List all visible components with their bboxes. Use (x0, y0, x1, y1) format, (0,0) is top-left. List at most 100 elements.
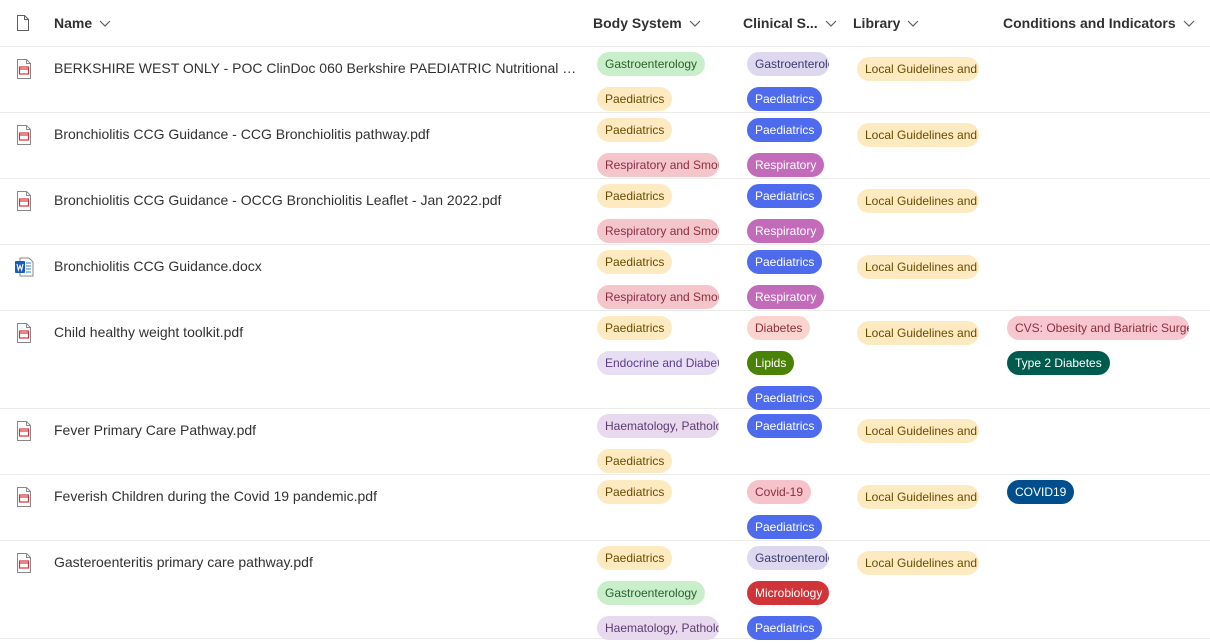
library-tag[interactable]: Local Guidelines and Pathways (857, 321, 979, 345)
chevron-down-icon (1182, 16, 1196, 30)
column-header-conditions-label: Conditions and Indicators (1003, 15, 1176, 31)
clinical-tag[interactable]: Paediatrics (747, 87, 823, 111)
conditions-tag[interactable]: CVS: Obesity and Bariatric Surgery (1007, 316, 1189, 340)
clinical-tag[interactable]: Microbiology (747, 581, 829, 605)
column-header-conditions[interactable]: Conditions and Indicators (1003, 0, 1196, 46)
clinical-tag[interactable]: Paediatrics (747, 386, 823, 410)
body-system-cell: Paediatrics Respiratory and Smoking (597, 184, 719, 246)
column-header-library-label: Library (853, 15, 901, 31)
clinical-cell: Paediatrics (747, 414, 823, 441)
column-header-body-system[interactable]: Body System (593, 0, 702, 46)
table-row[interactable]: Child healthy weight toolkit.pdf Paediatr… (0, 311, 1210, 410)
body-system-tag[interactable]: Haematology, Pathology (597, 616, 719, 640)
library-tag[interactable]: Local Guidelines and Pathways (857, 485, 979, 509)
file-type-header-icon[interactable] (14, 14, 32, 32)
library-cell: Local Guidelines and Pathways (857, 189, 979, 216)
library-tag[interactable]: Local Guidelines and Pathways (857, 57, 979, 81)
body-system-tag[interactable]: Respiratory and Smoking (597, 285, 719, 309)
column-header-library[interactable]: Library (853, 0, 920, 46)
library-tag[interactable]: Local Guidelines and Pathways (857, 419, 979, 443)
body-system-tag[interactable]: Paediatrics (597, 118, 673, 142)
clinical-tag[interactable]: Respiratory (747, 153, 825, 177)
clinical-tag[interactable]: Paediatrics (747, 184, 823, 208)
word-icon (14, 256, 34, 278)
chevron-down-icon (688, 16, 702, 30)
clinical-cell: Paediatrics Respiratory (747, 250, 825, 312)
body-system-cell: Paediatrics Endocrine and Diabetes (597, 316, 719, 378)
body-system-tag[interactable]: Paediatrics (597, 87, 673, 111)
file-name-link[interactable]: Bronchiolitis CCG Guidance - CCG Bronchi… (54, 126, 579, 142)
library-cell: Local Guidelines and Pathways (857, 321, 979, 348)
clinical-cell: Diabetes Lipids Paediatrics (747, 316, 823, 413)
table-row[interactable]: BERKSHIRE WEST ONLY - POC ClinDoc 060 Be… (0, 47, 1210, 113)
clinical-tag[interactable]: Diabetes (747, 316, 811, 340)
library-cell: Local Guidelines and Pathways (857, 123, 979, 150)
pdf-icon (14, 322, 34, 344)
clinical-tag[interactable]: Respiratory (747, 219, 825, 243)
body-system-tag[interactable]: Endocrine and Diabetes (597, 351, 719, 375)
column-header-clinical[interactable]: Clinical S... (743, 0, 838, 46)
conditions-tag[interactable]: Type 2 Diabetes (1007, 351, 1110, 375)
body-system-tag[interactable]: Paediatrics (597, 449, 673, 473)
library-tag[interactable]: Local Guidelines and Pathways (857, 551, 979, 575)
file-name-link[interactable]: BERKSHIRE WEST ONLY - POC ClinDoc 060 Be… (54, 60, 579, 76)
pdf-icon (14, 190, 34, 212)
clinical-cell: Gastroenterology Paediatrics (747, 52, 829, 114)
clinical-cell: Gastroenterology Microbiology Paediatrics (747, 546, 829, 643)
library-cell: Local Guidelines and Pathways (857, 57, 979, 84)
clinical-tag[interactable]: Paediatrics (747, 250, 823, 274)
body-system-tag[interactable]: Paediatrics (597, 250, 673, 274)
clinical-tag[interactable]: Gastroenterology (747, 52, 829, 76)
pdf-icon (14, 486, 34, 508)
file-name-link[interactable]: Fever Primary Care Pathway.pdf (54, 422, 579, 438)
table-row[interactable]: Fever Primary Care Pathway.pdf Haematolog… (0, 409, 1210, 475)
file-name-link[interactable]: Bronchiolitis CCG Guidance - OCCG Bronch… (54, 192, 579, 208)
pdf-icon (14, 420, 34, 442)
body-system-cell: Gastroenterology Paediatrics (597, 52, 706, 114)
library-cell: Local Guidelines and Pathways (857, 419, 979, 446)
body-system-cell: Paediatrics Respiratory and Smoking (597, 250, 719, 312)
library-tag[interactable]: Local Guidelines and Pathways (857, 189, 979, 213)
clinical-tag[interactable]: Gastroenterology (747, 546, 829, 570)
clinical-tag[interactable]: Paediatrics (747, 616, 823, 640)
file-name-link[interactable]: Feverish Children during the Covid 19 pa… (54, 488, 579, 504)
body-system-tag[interactable]: Haematology, Pathology (597, 414, 719, 438)
body-system-tag[interactable]: Paediatrics (597, 480, 673, 504)
body-system-tag[interactable]: Respiratory and Smoking (597, 219, 719, 243)
body-system-tag[interactable]: Gastroenterology (597, 52, 706, 76)
library-tag[interactable]: Local Guidelines and Pathways (857, 123, 979, 147)
conditions-tag[interactable]: COVID19 (1007, 480, 1075, 504)
conditions-cell: CVS: Obesity and Bariatric Surgery Type 2… (1007, 316, 1189, 378)
file-name-link[interactable]: Bronchiolitis CCG Guidance.docx (54, 258, 579, 274)
body-system-tag[interactable]: Paediatrics (597, 184, 673, 208)
document-list: Name Body System Clinical S... Library C… (0, 0, 1210, 640)
chevron-down-icon (906, 16, 920, 30)
table-row[interactable]: Bronchiolitis CCG Guidance - OCCG Bronch… (0, 179, 1210, 245)
clinical-tag[interactable]: Paediatrics (747, 118, 823, 142)
library-tag[interactable]: Local Guidelines and Pathways (857, 255, 979, 279)
clinical-tag[interactable]: Respiratory (747, 285, 825, 309)
table-row[interactable]: Feverish Children during the Covid 19 pa… (0, 475, 1210, 541)
clinical-tag[interactable]: Lipids (747, 351, 795, 375)
file-name-link[interactable]: Gasteroenteritis primary care pathway.pd… (54, 554, 579, 570)
body-system-tag[interactable]: Gastroenterology (597, 581, 706, 605)
table-row[interactable]: Bronchiolitis CCG Guidance - CCG Bronchi… (0, 113, 1210, 179)
body-system-tag[interactable]: Paediatrics (597, 316, 673, 340)
body-system-tag[interactable]: Respiratory and Smoking (597, 153, 719, 177)
clinical-tag[interactable]: Paediatrics (747, 515, 823, 539)
body-system-cell: Haematology, Pathology Paediatrics (597, 414, 719, 476)
column-header-name[interactable]: Name (54, 0, 112, 46)
clinical-tag[interactable]: Covid-19 (747, 480, 812, 504)
column-header-name-label: Name (54, 15, 93, 31)
body-system-cell: Paediatrics (597, 480, 673, 507)
library-cell: Local Guidelines and Pathways (857, 485, 979, 512)
pdf-icon (14, 552, 34, 574)
table-row[interactable]: Bronchiolitis CCG Guidance.docx Paediatri… (0, 245, 1210, 311)
clinical-tag[interactable]: Paediatrics (747, 414, 823, 438)
table-row[interactable]: Gasteroenteritis primary care pathway.pd… (0, 541, 1210, 640)
clinical-cell: Paediatrics Respiratory (747, 118, 825, 180)
body-system-tag[interactable]: Paediatrics (597, 546, 673, 570)
file-name-link[interactable]: Child healthy weight toolkit.pdf (54, 324, 579, 340)
column-header-clinical-label: Clinical S... (743, 15, 818, 31)
chevron-down-icon (98, 16, 112, 30)
